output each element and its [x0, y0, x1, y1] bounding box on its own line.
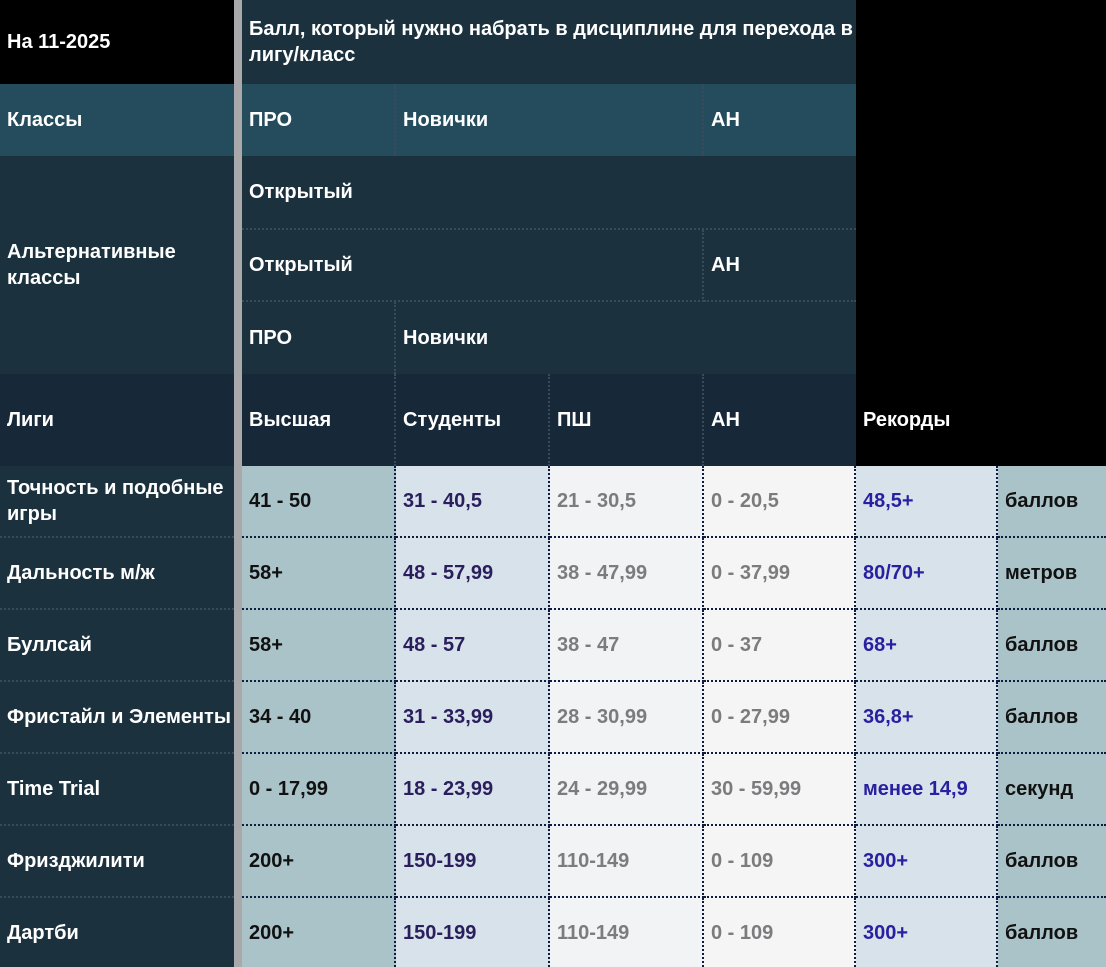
alt-class-novice: Новички: [396, 302, 856, 374]
league-an: АН: [704, 374, 856, 466]
cell-record: 80/70+: [856, 538, 998, 610]
cell-psh: 38 - 47: [550, 610, 704, 682]
cell-top: 58+: [242, 538, 396, 610]
cell-top: 0 - 17,99: [242, 754, 396, 826]
cell-top: 41 - 50: [242, 466, 396, 538]
cell-an: 30 - 59,99: [704, 754, 856, 826]
discipline-name: Time Trial: [0, 754, 234, 826]
league-thresholds-table: На 11-2025 Балл, который нужно набрать в…: [0, 0, 1106, 967]
league-psh: ПШ: [550, 374, 704, 466]
cell-unit: баллов: [998, 898, 1106, 967]
alt-class-open: Открытый: [242, 156, 856, 230]
cell-students: 150-199: [396, 898, 550, 967]
leagues-label: Лиги: [0, 374, 234, 466]
cell-an: 0 - 20,5: [704, 466, 856, 538]
discipline-name: Буллсай: [0, 610, 234, 682]
cell-record: 300+: [856, 898, 998, 967]
date-label: На 11-2025: [0, 0, 234, 84]
league-top: Высшая: [242, 374, 396, 466]
empty-corner: [856, 0, 1106, 374]
cell-students: 31 - 33,99: [396, 682, 550, 754]
discipline-name: Дальность м/ж: [0, 538, 234, 610]
threshold-title: Балл, который нужно набрать в дисциплине…: [242, 0, 856, 84]
cell-top: 34 - 40: [242, 682, 396, 754]
cell-an: 0 - 37: [704, 610, 856, 682]
cell-top: 200+: [242, 898, 396, 967]
records-label: Рекорды: [856, 374, 1106, 466]
class-an: АН: [704, 84, 856, 156]
cell-psh: 110-149: [550, 898, 704, 967]
cell-students: 150-199: [396, 826, 550, 898]
alt-class-an: АН: [704, 230, 856, 302]
discipline-name: Фризджилити: [0, 826, 234, 898]
alt-classes-label: Альтернативные классы: [0, 156, 234, 374]
cell-students: 31 - 40,5: [396, 466, 550, 538]
column-separator: [234, 0, 242, 967]
cell-record: менее 14,9: [856, 754, 998, 826]
cell-unit: баллов: [998, 826, 1106, 898]
discipline-name: Дартби: [0, 898, 234, 967]
cell-unit: баллов: [998, 682, 1106, 754]
alt-class-pro: ПРО: [242, 302, 396, 374]
league-students: Студенты: [396, 374, 550, 466]
discipline-name: Точность и подобные игры: [0, 466, 234, 538]
cell-psh: 38 - 47,99: [550, 538, 704, 610]
cell-psh: 24 - 29,99: [550, 754, 704, 826]
cell-psh: 21 - 30,5: [550, 466, 704, 538]
cell-unit: баллов: [998, 610, 1106, 682]
class-novice: Новички: [396, 84, 704, 156]
cell-an: 0 - 37,99: [704, 538, 856, 610]
classes-label: Классы: [0, 84, 234, 156]
discipline-name: Фристайл и Элементы: [0, 682, 234, 754]
cell-an: 0 - 27,99: [704, 682, 856, 754]
cell-top: 58+: [242, 610, 396, 682]
cell-unit: баллов: [998, 466, 1106, 538]
cell-unit: секунд: [998, 754, 1106, 826]
cell-an: 0 - 109: [704, 898, 856, 967]
class-pro: ПРО: [242, 84, 396, 156]
cell-record: 48,5+: [856, 466, 998, 538]
cell-unit: метров: [998, 538, 1106, 610]
cell-students: 18 - 23,99: [396, 754, 550, 826]
cell-an: 0 - 109: [704, 826, 856, 898]
cell-students: 48 - 57: [396, 610, 550, 682]
cell-record: 68+: [856, 610, 998, 682]
cell-top: 200+: [242, 826, 396, 898]
cell-psh: 110-149: [550, 826, 704, 898]
cell-record: 300+: [856, 826, 998, 898]
alt-class-open-2: Открытый: [242, 230, 704, 302]
cell-psh: 28 - 30,99: [550, 682, 704, 754]
cell-students: 48 - 57,99: [396, 538, 550, 610]
cell-record: 36,8+: [856, 682, 998, 754]
